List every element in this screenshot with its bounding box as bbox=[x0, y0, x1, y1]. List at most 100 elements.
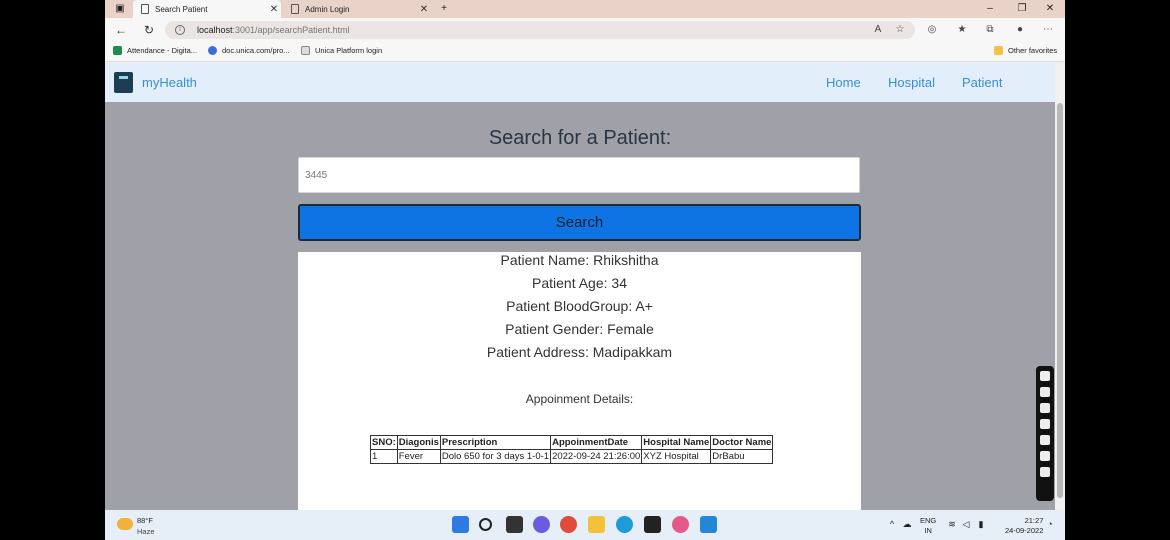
new-tab-icon[interactable]: + bbox=[437, 2, 451, 16]
tab-actions-icon[interactable]: ▣ bbox=[113, 2, 127, 16]
appointments-table: SNO: Diagonis Prescription AppoinmentDat… bbox=[370, 435, 774, 464]
battery-icon[interactable]: ▮ bbox=[976, 519, 986, 529]
minimize-icon[interactable]: – bbox=[983, 2, 997, 16]
tab-strip: ▣ Search Patient ✕ Admin Login ✕ + – ❐ ✕ bbox=[105, 0, 1065, 18]
patient-age: Patient Age: 34 bbox=[532, 275, 627, 291]
windows-taskbar: 88°F Haze ^ ☁ ENG IN ≋ ◁ ▮ 21:27 24-09-202… bbox=[105, 510, 1065, 540]
back-arrow-icon[interactable]: ← bbox=[113, 22, 129, 38]
settings-gear-icon[interactable] bbox=[1040, 467, 1050, 477]
other-favorites[interactable]: Other favorites bbox=[994, 46, 1057, 55]
nav-link-hospital[interactable]: Hospital bbox=[888, 75, 935, 90]
patient-name: Patient Name: Rhikshitha bbox=[500, 252, 659, 268]
site-info-icon[interactable]: i bbox=[175, 25, 185, 35]
column-header: SNO: bbox=[370, 435, 398, 450]
webcam-icon[interactable] bbox=[1040, 435, 1050, 445]
patient-id-input[interactable] bbox=[298, 157, 860, 193]
volume-icon[interactable]: ◁ bbox=[961, 519, 971, 529]
favorites-bar: Attendance - Digita... doc.unica.com/pro… bbox=[105, 42, 1065, 62]
terminal-icon[interactable] bbox=[644, 516, 661, 533]
brand-name[interactable]: myHealth bbox=[142, 75, 197, 90]
refresh-icon[interactable]: ↻ bbox=[141, 22, 157, 38]
paint-icon[interactable] bbox=[672, 516, 689, 533]
table-cell: DrBabu bbox=[710, 449, 774, 464]
table-row: 1 Fever Dolo 650 for 3 days 1-0-1 2022-0… bbox=[370, 449, 774, 464]
page-title: Search for a Patient: bbox=[488, 127, 672, 149]
collections-icon[interactable]: ⧉ bbox=[983, 23, 997, 37]
tab-label: Admin Login bbox=[305, 4, 350, 14]
weather-description[interactable]: Haze bbox=[137, 527, 155, 536]
wifi-icon[interactable]: ≋ bbox=[947, 519, 957, 529]
search-button[interactable]: Search bbox=[298, 204, 861, 241]
weather-temperature[interactable]: 88°F bbox=[137, 516, 153, 525]
clock-date: 24-09-2022 bbox=[1005, 526, 1044, 535]
scrollbar-thumb[interactable] bbox=[1057, 103, 1063, 498]
table-header-row: SNO: Diagonis Prescription AppoinmentDat… bbox=[370, 435, 774, 450]
patient-gender: Patient Gender: Female bbox=[505, 321, 654, 337]
search-icon[interactable] bbox=[479, 518, 492, 531]
image-icon bbox=[301, 46, 310, 55]
table-cell: 1 bbox=[370, 449, 398, 464]
folder-icon bbox=[994, 46, 1003, 55]
weather-haze-icon[interactable] bbox=[117, 518, 133, 530]
tab-label: Search Patient bbox=[155, 4, 208, 14]
favorite-doc-unica[interactable]: doc.unica.com/pro... bbox=[208, 46, 290, 55]
teams-chat-icon[interactable] bbox=[533, 516, 550, 533]
brand-logo[interactable] bbox=[114, 72, 133, 93]
speaker-icon[interactable] bbox=[1040, 419, 1050, 429]
vscode-icon[interactable] bbox=[700, 516, 717, 533]
add-favorite-icon[interactable]: ☆ bbox=[893, 23, 907, 37]
language-bottom: IN bbox=[924, 526, 932, 535]
chevron-up-icon[interactable]: ^ bbox=[887, 519, 897, 529]
close-icon[interactable]: ✕ bbox=[417, 4, 431, 15]
camera-icon[interactable] bbox=[1040, 371, 1050, 381]
window-close-icon[interactable]: ✕ bbox=[1043, 2, 1057, 16]
page-scrollbar[interactable] bbox=[1055, 63, 1065, 510]
screen-icon[interactable] bbox=[1040, 451, 1050, 461]
record-icon[interactable] bbox=[1040, 387, 1050, 397]
clock-time: 21:27 bbox=[1024, 516, 1044, 525]
column-header: AppoinmentDate bbox=[550, 435, 643, 450]
favorites-icon[interactable]: ★ bbox=[955, 23, 969, 37]
file-explorer-icon[interactable] bbox=[588, 516, 605, 533]
edge-icon[interactable] bbox=[616, 516, 633, 533]
notifications-icon[interactable]: ◔ bbox=[1045, 519, 1055, 529]
favorite-label: Attendance - Digita... bbox=[127, 46, 198, 55]
column-header: Diagonis bbox=[396, 435, 441, 450]
excel-icon bbox=[113, 46, 122, 55]
patient-details-panel: Patient Name: Rhikshitha Patient Age: 34… bbox=[298, 252, 861, 510]
address-bar[interactable]: i localhost:3001/app/searchPatient.html bbox=[165, 21, 915, 39]
chrome-icon[interactable] bbox=[560, 516, 577, 533]
task-view-icon[interactable] bbox=[506, 516, 523, 533]
table-cell: Fever bbox=[396, 449, 441, 464]
cloud-icon[interactable]: ☁ bbox=[902, 519, 912, 529]
read-aloud-icon[interactable]: A bbox=[871, 23, 885, 37]
more-menu-icon[interactable]: ⋯ bbox=[1041, 23, 1055, 37]
tab-search-patient[interactable]: Search Patient ✕ bbox=[133, 0, 281, 18]
url-host: localhost bbox=[197, 25, 233, 35]
favorite-label: doc.unica.com/pro... bbox=[222, 46, 290, 55]
restore-icon[interactable]: ❐ bbox=[1015, 2, 1029, 16]
appointment-title: Appoinment Details: bbox=[525, 392, 634, 406]
page-icon bbox=[141, 4, 149, 14]
globe-icon bbox=[208, 46, 217, 55]
favorite-unica-platform[interactable]: Unica Platform login bbox=[301, 46, 382, 55]
favorite-label: Unica Platform login bbox=[315, 46, 383, 55]
microphone-icon[interactable] bbox=[1040, 403, 1050, 413]
table-cell: 2022-09-24 21:26:00 bbox=[550, 449, 643, 464]
column-header: Doctor Name bbox=[710, 435, 774, 450]
close-icon[interactable]: ✕ bbox=[267, 4, 281, 15]
profile-avatar-icon[interactable]: ● bbox=[1013, 23, 1027, 37]
nav-link-home[interactable]: Home bbox=[826, 75, 861, 90]
tab-admin-login[interactable]: Admin Login ✕ bbox=[283, 0, 431, 18]
extension-icon[interactable]: ◎ bbox=[925, 23, 939, 37]
favorite-attendance[interactable]: Attendance - Digita... bbox=[113, 46, 197, 55]
start-windows-icon[interactable] bbox=[452, 516, 469, 533]
web-page: myHealth Home Hospital Patient Search fo… bbox=[105, 63, 1055, 510]
clock[interactable]: 21:27 24-09-2022 bbox=[1005, 516, 1043, 536]
nav-link-patient[interactable]: Patient bbox=[962, 75, 1002, 90]
table-cell: Dolo 650 for 3 days 1-0-1 bbox=[439, 449, 552, 464]
patient-address: Patient Address: Madipakkam bbox=[486, 344, 673, 360]
column-header: Hospital Name bbox=[641, 435, 712, 450]
capture-toolbar bbox=[1036, 366, 1054, 501]
language-indicator[interactable]: ENG IN bbox=[920, 516, 936, 536]
